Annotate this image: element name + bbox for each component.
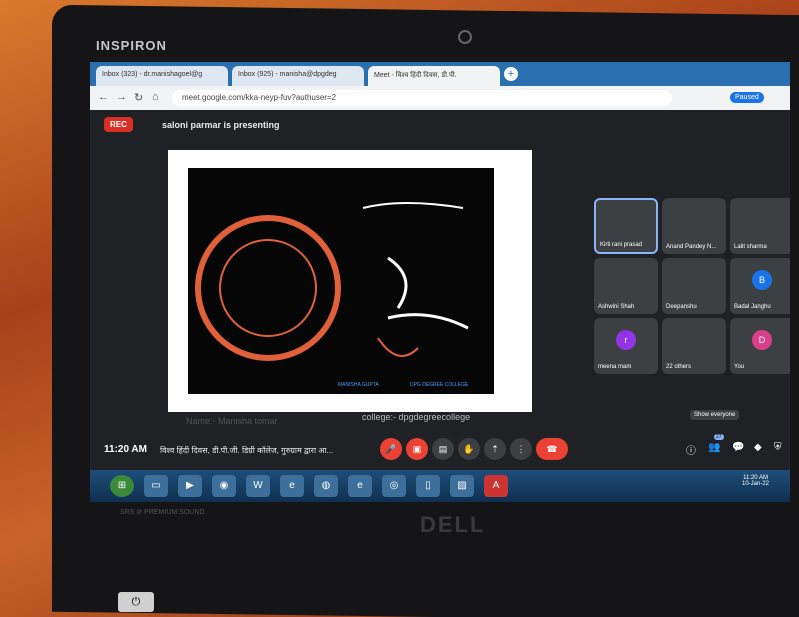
tab-meet[interactable]: Meet - विश्व हिंदी दिवस, डी.पी. — [368, 66, 500, 86]
reload-icon[interactable]: ↻ — [134, 91, 143, 104]
chat-icon[interactable]: 💬 — [732, 442, 744, 453]
participant-tile[interactable]: 22 others — [662, 318, 726, 374]
camera-off-icon[interactable]: ▣ — [406, 438, 428, 460]
participant-tile[interactable]: B Badal Janghu — [730, 258, 790, 314]
photos-icon[interactable]: ▨ — [450, 475, 474, 497]
slide-caption-college: college:- dpgdegreecollege — [362, 412, 471, 422]
back-icon[interactable]: ← — [98, 91, 109, 103]
presenting-text: saloni parmar is presenting — [162, 120, 280, 130]
meeting-title: विश्व हिंदी दिवस, डी.पी.जी. डिग्री कॉलेज… — [160, 446, 334, 455]
participant-tile[interactable]: Anand Pandey N... — [662, 198, 726, 254]
tab-inbox-2[interactable]: Inbox (925) - manisha@dpgdeg — [232, 66, 364, 86]
avatar: D — [752, 330, 772, 350]
recording-badge: REC — [104, 117, 133, 132]
participant-tile[interactable]: Deepanshu — [662, 258, 726, 314]
participant-grid: Kirti rani prasad Anand Pandey N... Lali… — [594, 198, 790, 388]
participant-tile[interactable]: Kirti rani prasad — [594, 198, 658, 254]
slide-credit-college: DPG DEGREE COLLEGE — [410, 382, 469, 388]
profile-paused[interactable]: Paused — [730, 92, 764, 103]
url-field[interactable]: meet.google.com/kka-neyp-fuv?authuser=2 — [172, 90, 672, 106]
show-everyone-tooltip: Show everyone — [690, 410, 740, 420]
start-icon[interactable]: ⊞ — [110, 475, 134, 497]
participant-count-badge: 27 — [714, 434, 724, 440]
clock-date: 10-Jan-22 — [742, 481, 770, 487]
activities-icon[interactable]: ◆ — [754, 442, 762, 453]
pdf-icon[interactable]: A — [484, 475, 508, 497]
meet-topbar: REC saloni parmar is presenting — [90, 110, 790, 140]
mic-off-icon[interactable]: 🎤 — [380, 438, 402, 460]
participant-tile[interactable]: Lalit sharma — [730, 198, 790, 254]
participant-tile[interactable]: Ashwini Shah — [594, 258, 658, 314]
laptop-screen: Inbox (323) - dr.manishagoel@g Inbox (92… — [90, 62, 790, 502]
media-icon[interactable]: ▶ — [178, 475, 202, 497]
meet-controls: 11:20 AM विश्व हिंदी दिवस, डी.पी.जी. डिग… — [90, 430, 790, 470]
windows-taskbar: ⊞ ▭ ▶ ◉ W e ◍ e ◎ ▯ ▨ A 11:20 AM 10-Jan-… — [90, 470, 790, 502]
info-icon[interactable]: ⓘ — [686, 442, 696, 457]
chrome-icon[interactable]: ◎ — [382, 475, 406, 497]
laptop-brand: INSPIRON — [96, 38, 167, 53]
more-options-icon[interactable]: ⋮ — [510, 438, 532, 460]
new-tab-icon[interactable]: + — [504, 67, 518, 81]
avatar: r — [616, 330, 636, 350]
ie-icon[interactable]: e — [280, 475, 304, 497]
address-bar-row: ← → ↻ ⌂ meet.google.com/kka-neyp-fuv?aut… — [90, 86, 790, 110]
artwork-drawing — [195, 202, 469, 361]
browser-tabstrip: Inbox (323) - dr.manishagoel@g Inbox (92… — [90, 62, 790, 86]
participant-tile[interactable]: D You — [730, 318, 790, 374]
webcam — [458, 30, 472, 44]
participant-tile[interactable]: r meena mam — [594, 318, 658, 374]
folder-icon[interactable]: ▯ — [416, 475, 440, 497]
leave-call-icon[interactable]: ☎ — [536, 438, 568, 460]
power-icon[interactable]: ⏻ — [118, 592, 154, 612]
people-icon[interactable]: 👥 — [708, 442, 720, 453]
meeting-time: 11:20 AM — [104, 444, 147, 455]
raise-hand-icon[interactable]: ✋ — [458, 438, 480, 460]
forward-icon[interactable]: → — [116, 91, 127, 103]
edge-icon[interactable]: e — [348, 475, 372, 497]
shared-screen: MANISHA GUPTA DPG DEGREE COLLEGE — [168, 150, 532, 412]
clock: 11:20 AM 10-Jan-22 — [742, 475, 769, 487]
word-icon[interactable]: W — [246, 475, 270, 497]
hindi-diwas-artwork: MANISHA GUPTA DPG DEGREE COLLEGE — [188, 168, 494, 394]
home-icon[interactable]: ⌂ — [152, 91, 159, 103]
captions-icon[interactable]: ▤ — [432, 438, 454, 460]
tab-inbox-1[interactable]: Inbox (323) - dr.manishagoel@g — [96, 66, 228, 86]
firefox-icon[interactable]: ◍ — [314, 475, 338, 497]
app-icon[interactable]: ◉ — [212, 475, 236, 497]
present-icon[interactable]: ⇡ — [484, 438, 506, 460]
dell-logo: DELL — [420, 512, 486, 537]
avatar: B — [752, 270, 772, 290]
host-controls-icon[interactable]: ⛨ — [774, 442, 782, 453]
explorer-icon[interactable]: ▭ — [144, 475, 168, 497]
slide-credit-name: MANISHA GUPTA — [338, 382, 379, 388]
slide-caption-name: Name:- Manisha tomar — [186, 416, 278, 426]
audio-sticker: SRS ⊘ PREMIUM SOUND — [120, 509, 205, 516]
